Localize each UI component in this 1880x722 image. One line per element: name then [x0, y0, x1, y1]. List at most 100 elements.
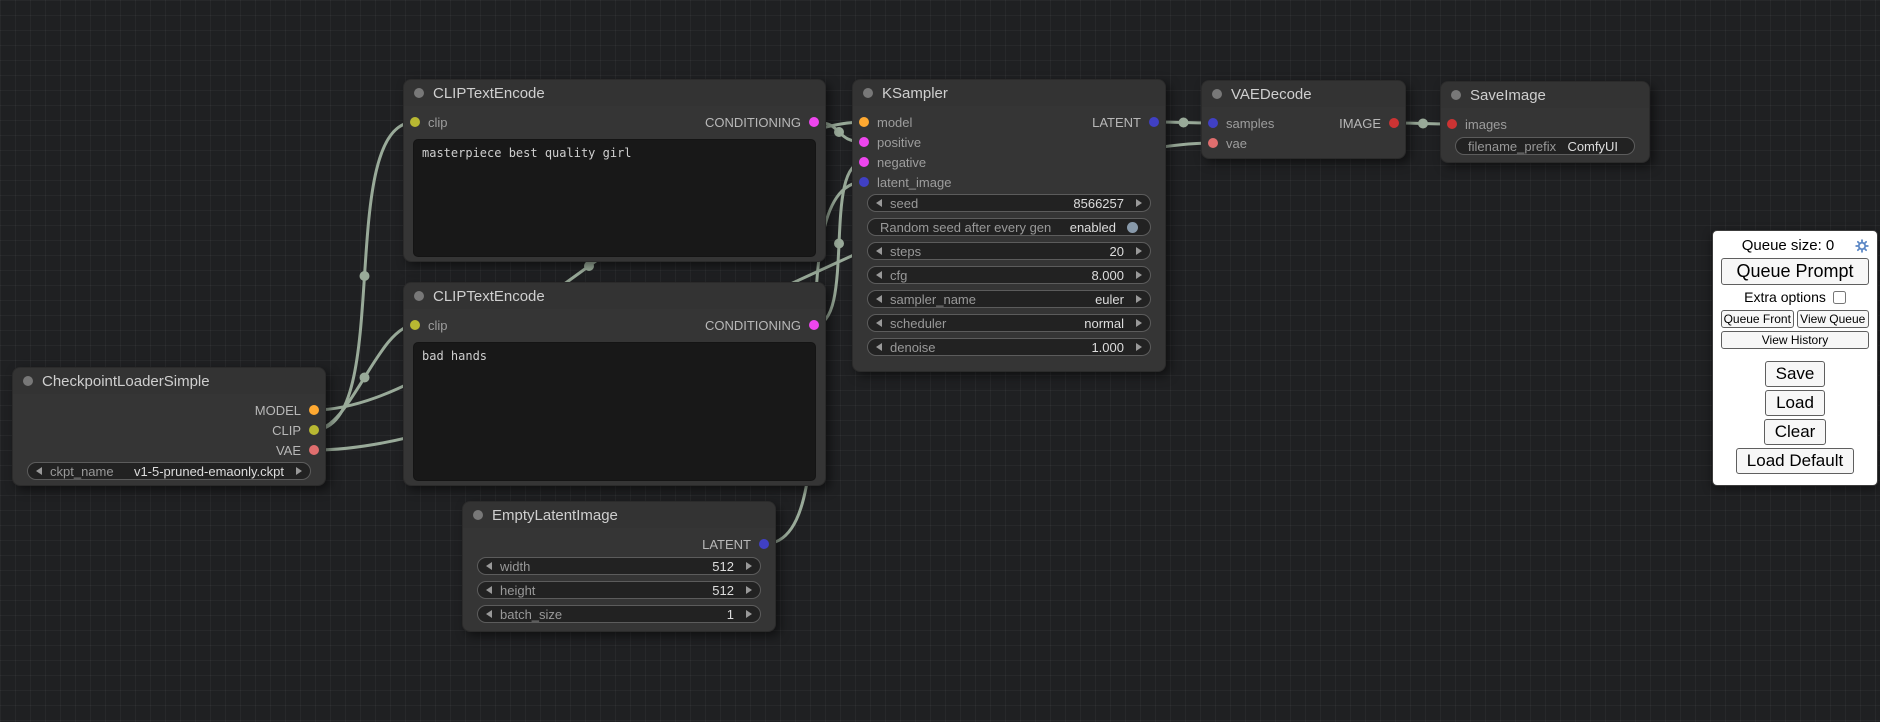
input-slot-samples[interactable]	[1208, 118, 1218, 128]
widget-filename-prefix[interactable]: filename_prefix ComfyUI	[1455, 137, 1635, 155]
widget-label: steps	[890, 244, 921, 259]
node-clip-text-encode-negative[interactable]: CLIPTextEncode clip CONDITIONING bad han…	[403, 282, 826, 486]
increment-arrow-icon[interactable]	[746, 586, 752, 594]
output-slot-vae[interactable]	[309, 445, 319, 455]
decrement-arrow-icon[interactable]	[876, 199, 882, 207]
next-value-arrow-icon[interactable]	[296, 467, 302, 475]
input-slot-images[interactable]	[1447, 119, 1457, 129]
node-clip-text-encode-positive[interactable]: CLIPTextEncode clip CONDITIONING masterp…	[403, 79, 826, 262]
widget-seed[interactable]: seed 8566257	[867, 194, 1151, 212]
input-slot-model[interactable]	[859, 117, 869, 127]
increment-arrow-icon[interactable]	[1136, 199, 1142, 207]
extra-options-checkbox[interactable]	[1833, 291, 1846, 304]
decrement-arrow-icon[interactable]	[876, 247, 882, 255]
link-center-dot[interactable]	[360, 373, 370, 383]
output-slot-model[interactable]	[309, 405, 319, 415]
load-button[interactable]: Load	[1765, 390, 1825, 416]
increment-arrow-icon[interactable]	[1136, 247, 1142, 255]
collapse-dot-icon[interactable]	[863, 88, 873, 98]
queue-front-button[interactable]: Queue Front	[1721, 310, 1794, 328]
load-default-button[interactable]: Load Default	[1736, 448, 1854, 474]
link-center-dot[interactable]	[360, 271, 370, 281]
widget-value: enabled	[1070, 220, 1116, 235]
widget-width[interactable]: width 512	[477, 557, 761, 575]
decrement-arrow-icon[interactable]	[486, 610, 492, 618]
node-empty-latent-image[interactable]: EmptyLatentImage LATENT width 512 height	[462, 501, 776, 632]
input-slot-clip[interactable]	[410, 117, 420, 127]
link-center-dot[interactable]	[834, 239, 844, 249]
graph-canvas[interactable]: CheckpointLoaderSimple MODEL CLIP VAE	[0, 0, 1880, 722]
decrement-arrow-icon[interactable]	[876, 271, 882, 279]
node-checkpoint-loader-simple[interactable]: CheckpointLoaderSimple MODEL CLIP VAE	[12, 367, 326, 486]
decrement-arrow-icon[interactable]	[876, 343, 882, 351]
node-title: CheckpointLoaderSimple	[42, 373, 210, 390]
node-title-bar[interactable]: CLIPTextEncode	[404, 80, 825, 106]
link-wire[interactable]	[314, 325, 415, 430]
link-center-dot[interactable]	[584, 261, 594, 271]
output-slot-latent[interactable]	[1149, 117, 1159, 127]
widget-label: scheduler	[890, 316, 946, 331]
view-queue-button[interactable]: View Queue	[1797, 310, 1870, 328]
output-label-latent: LATENT	[702, 537, 751, 552]
link-center-dot[interactable]	[834, 127, 844, 137]
output-slot-conditioning[interactable]	[809, 320, 819, 330]
output-slot-image[interactable]	[1389, 118, 1399, 128]
widget-label: Random seed after every gen	[880, 220, 1051, 235]
increment-arrow-icon[interactable]	[1136, 343, 1142, 351]
view-history-button[interactable]: View History	[1721, 331, 1869, 349]
widget-batch-size[interactable]: batch_size 1	[477, 605, 761, 623]
decrement-arrow-icon[interactable]	[486, 562, 492, 570]
increment-arrow-icon[interactable]	[746, 610, 752, 618]
widget-height[interactable]: height 512	[477, 581, 761, 599]
output-label-conditioning: CONDITIONING	[705, 318, 801, 333]
clear-button[interactable]: Clear	[1764, 419, 1827, 445]
widget-random-seed-toggle[interactable]: Random seed after every gen enabled	[867, 218, 1151, 236]
widget-cfg[interactable]: cfg 8.000	[867, 266, 1151, 284]
negative-prompt-textarea[interactable]: bad hands	[413, 342, 816, 481]
link-center-dot[interactable]	[1179, 118, 1189, 128]
save-button[interactable]: Save	[1765, 361, 1826, 387]
queue-prompt-button[interactable]: Queue Prompt	[1721, 258, 1869, 285]
decrement-arrow-icon[interactable]	[486, 586, 492, 594]
collapse-dot-icon[interactable]	[414, 291, 424, 301]
node-title: VAEDecode	[1231, 86, 1312, 103]
widget-steps[interactable]: steps 20	[867, 242, 1151, 260]
next-value-arrow-icon[interactable]	[1136, 295, 1142, 303]
node-ksampler[interactable]: KSampler model LATENT positive negative	[852, 79, 1166, 372]
node-title-bar[interactable]: KSampler	[853, 80, 1165, 106]
input-slot-positive[interactable]	[859, 137, 869, 147]
next-value-arrow-icon[interactable]	[1136, 319, 1142, 327]
widget-ckpt-name[interactable]: ckpt_name v1-5-pruned-emaonly.ckpt	[27, 462, 311, 480]
collapse-dot-icon[interactable]	[473, 510, 483, 520]
positive-prompt-textarea[interactable]: masterpiece best quality girl	[413, 139, 816, 257]
widget-scheduler[interactable]: scheduler normal	[867, 314, 1151, 332]
output-slot-latent[interactable]	[759, 539, 769, 549]
node-title-bar[interactable]: CheckpointLoaderSimple	[13, 368, 325, 394]
collapse-dot-icon[interactable]	[414, 88, 424, 98]
collapse-dot-icon[interactable]	[1451, 90, 1461, 100]
input-slot-clip[interactable]	[410, 320, 420, 330]
link-center-dot[interactable]	[1418, 119, 1428, 129]
node-save-image[interactable]: SaveImage images filename_prefix ComfyUI	[1440, 81, 1650, 163]
increment-arrow-icon[interactable]	[746, 562, 752, 570]
prev-value-arrow-icon[interactable]	[36, 467, 42, 475]
collapse-dot-icon[interactable]	[23, 376, 33, 386]
widget-denoise[interactable]: denoise 1.000	[867, 338, 1151, 356]
increment-arrow-icon[interactable]	[1136, 271, 1142, 279]
settings-gear-icon[interactable]	[1855, 239, 1869, 253]
node-title-bar[interactable]: EmptyLatentImage	[463, 502, 775, 528]
collapse-dot-icon[interactable]	[1212, 89, 1222, 99]
node-vae-decode[interactable]: VAEDecode samples IMAGE vae	[1201, 80, 1406, 159]
input-slot-vae[interactable]	[1208, 138, 1218, 148]
input-slot-negative[interactable]	[859, 157, 869, 167]
node-title-bar[interactable]: CLIPTextEncode	[404, 283, 825, 309]
node-title-bar[interactable]: SaveImage	[1441, 82, 1649, 108]
input-slot-latent-image[interactable]	[859, 177, 869, 187]
widget-sampler-name[interactable]: sampler_name euler	[867, 290, 1151, 308]
output-slot-clip[interactable]	[309, 425, 319, 435]
output-slot-conditioning[interactable]	[809, 117, 819, 127]
prev-value-arrow-icon[interactable]	[876, 295, 882, 303]
prev-value-arrow-icon[interactable]	[876, 319, 882, 327]
node-title-bar[interactable]: VAEDecode	[1202, 81, 1405, 107]
link-wire[interactable]	[314, 122, 415, 430]
